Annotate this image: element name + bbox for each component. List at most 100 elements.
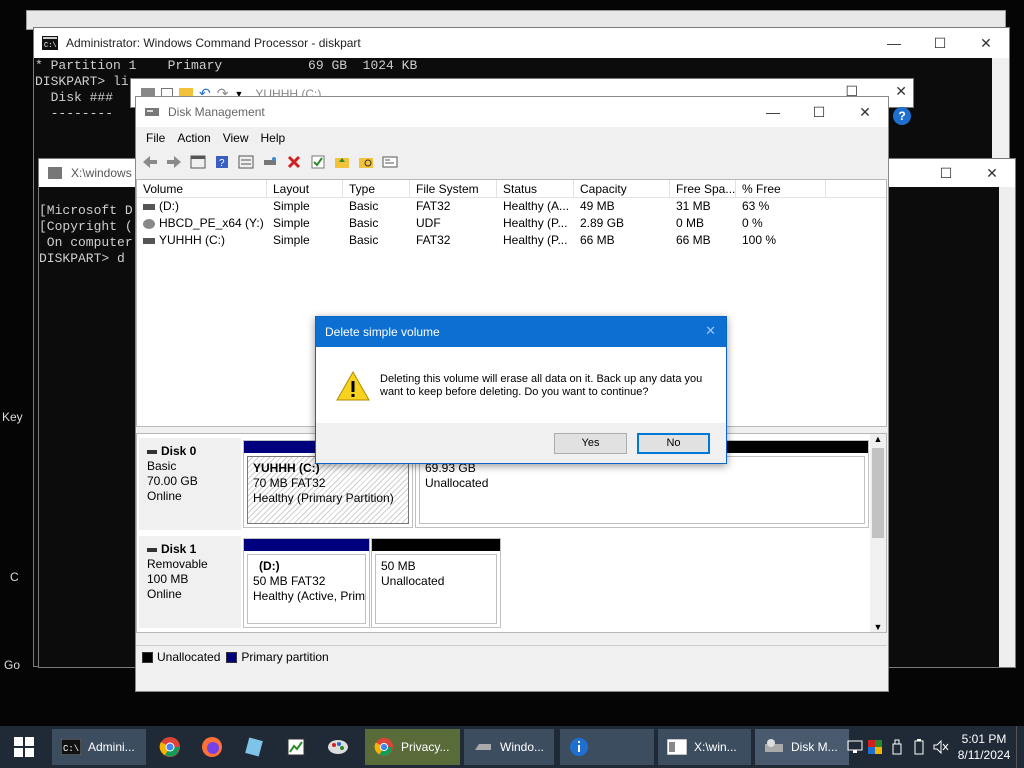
cmd-titlebar[interactable]: C:\ Administrator: Windows Command Proce… — [34, 28, 1009, 58]
taskbar-firefox[interactable] — [192, 729, 232, 765]
col-layout[interactable]: Layout — [267, 180, 343, 197]
checklist-icon[interactable] — [308, 152, 328, 172]
second-scrollbar[interactable] — [999, 187, 1015, 667]
cell-capacity: 66 MB — [580, 233, 615, 247]
taskbar-paint[interactable] — [318, 729, 358, 765]
cmd-maximize-button[interactable]: ☐ — [917, 28, 963, 58]
dm-close-button[interactable]: ✕ — [842, 97, 888, 127]
taskbar-item-disk-management[interactable]: Disk M... — [755, 729, 849, 765]
delete-volume-dialog[interactable]: Delete simple volume ✕ Deleting this vol… — [315, 316, 727, 464]
scroll-up-icon[interactable]: ▲ — [870, 434, 886, 444]
dm-maximize-button[interactable]: ☐ — [796, 97, 842, 127]
cell-volume: YUHHH (C:) — [159, 233, 225, 247]
taskbar-item-info[interactable] — [560, 729, 654, 765]
unallocated-swatch — [142, 651, 153, 663]
taskbar-notepad[interactable] — [234, 729, 274, 765]
col-volume[interactable]: Volume — [137, 180, 267, 197]
second-close-button[interactable]: ✕ — [969, 159, 1015, 188]
disk-0-label[interactable]: Disk 0 Basic 70.00 GB Online — [139, 438, 241, 530]
cell-status: Healthy (P... — [503, 216, 568, 230]
menu-help[interactable]: Help — [255, 131, 292, 145]
second-line: DISKPART> d — [39, 251, 125, 266]
legend-primary: Primary partition — [226, 650, 329, 664]
menu-view[interactable]: View — [217, 131, 255, 145]
cmd-title: Administrator: Windows Command Processor… — [66, 36, 361, 50]
back-arrow-icon[interactable] — [140, 152, 160, 172]
partition-unallocated-1[interactable]: 50 MB Unallocated — [371, 538, 501, 628]
cmd-close-button[interactable]: ✕ — [963, 28, 1009, 58]
col-capacity[interactable]: Capacity — [574, 180, 670, 197]
col-file-system[interactable]: File System — [410, 180, 497, 197]
svg-text:C:\: C:\ — [44, 42, 57, 50]
scroll-down-icon[interactable]: ▼ — [870, 622, 886, 632]
partition-d[interactable]: (D:) 50 MB FAT32 Healthy (Active, Prim — [243, 538, 370, 628]
col-free-space[interactable]: Free Spa... — [670, 180, 736, 197]
cell-file-system: FAT32 — [416, 199, 451, 213]
partition-body: YUHHH (C:) 70 MB FAT32 Healthy (Primary … — [247, 456, 409, 524]
explorer-close-button[interactable]: ✕ — [895, 83, 907, 100]
window-icon — [666, 736, 688, 758]
dm-minimize-button[interactable]: — — [750, 97, 796, 127]
scroll-thumb[interactable] — [872, 448, 884, 538]
list-view-icon[interactable] — [236, 152, 256, 172]
battery-icon[interactable] — [908, 739, 930, 755]
forward-arrow-icon[interactable] — [164, 152, 184, 172]
partition-body: (D:) 50 MB FAT32 Healthy (Active, Prim — [247, 554, 366, 624]
cell-layout: Simple — [273, 233, 310, 247]
desktop-text-c: C — [10, 570, 19, 584]
color-icon[interactable] — [864, 740, 886, 754]
menu-file[interactable]: File — [140, 131, 171, 145]
properties-list-icon[interactable] — [380, 152, 400, 172]
folder-search-icon[interactable] — [356, 152, 376, 172]
yes-button[interactable]: Yes — [554, 432, 627, 454]
menu-action[interactable]: Action — [171, 131, 216, 145]
help-icon[interactable]: ? — [893, 107, 911, 125]
second-line: [Microsoft D — [39, 203, 133, 218]
taskbar-item-x-windows[interactable]: X:\win... — [658, 729, 751, 765]
table-row[interactable]: YUHHH (C:) Simple Basic FAT32 Healthy (P… — [137, 232, 886, 249]
taskbar-chrome[interactable] — [150, 729, 190, 765]
delete-icon[interactable] — [284, 152, 304, 172]
show-desktop-button[interactable] — [1016, 726, 1024, 768]
cmd-minimize-button[interactable]: — — [871, 28, 917, 58]
volume-list-header: Volume Layout Type File System Status Ca… — [137, 180, 886, 198]
disk-1-label[interactable]: Disk 1 Removable 100 MB Online — [139, 536, 241, 628]
volume-muted-icon[interactable] — [930, 740, 952, 754]
second-maximize-button[interactable]: ☐ — [923, 159, 969, 188]
table-row[interactable]: (D:) Simple Basic FAT32 Healthy (A... 49… — [137, 198, 886, 215]
cell-layout: Simple — [273, 216, 310, 230]
cell-type: Basic — [349, 216, 379, 230]
dialog-titlebar[interactable]: Delete simple volume ✕ — [316, 317, 726, 347]
dialog-close-button[interactable]: ✕ — [705, 323, 716, 339]
firefox-icon — [202, 737, 222, 757]
partition-status: Unallocated — [425, 476, 489, 490]
taskbar-item-windows[interactable]: Windo... — [464, 729, 554, 765]
taskbar-item-admin[interactable]: C:\ Admini... — [52, 729, 146, 765]
drive-icon — [472, 736, 494, 758]
help-book-icon[interactable]: ? — [212, 152, 232, 172]
svg-text:?: ? — [219, 158, 225, 169]
no-button[interactable]: No — [637, 432, 710, 454]
usb-icon[interactable] — [886, 739, 908, 755]
network-icon[interactable] — [846, 740, 864, 754]
col-type[interactable]: Type — [343, 180, 410, 197]
disk-status: Online — [147, 489, 182, 503]
dm-titlebar[interactable]: Disk Management — ☐ ✕ — [136, 97, 888, 127]
second-line: [Copyright ( — [39, 219, 133, 234]
warning-icon — [336, 371, 370, 401]
taskbar-item-privacy[interactable]: Privacy... — [365, 729, 460, 765]
taskbar-spreadsheet[interactable] — [276, 729, 316, 765]
col-status[interactable]: Status — [497, 180, 574, 197]
table-row[interactable]: HBCD_PE_x64 (Y:) Simple Basic UDF Health… — [137, 215, 886, 232]
start-button[interactable] — [0, 726, 48, 768]
clock[interactable]: 5:01 PM 8/11/2024 — [952, 731, 1016, 763]
connect-icon[interactable] — [260, 152, 280, 172]
cd-drive-icon — [143, 218, 155, 229]
disk-map-scrollbar[interactable]: ▲ ▼ — [870, 434, 886, 632]
info-icon — [568, 736, 590, 758]
cmd-line: * Partition 1 Primary 69 GB 1024 KB — [35, 58, 418, 73]
show-hide-pane-icon[interactable] — [188, 152, 208, 172]
col-percent-free[interactable]: % Free — [736, 180, 826, 197]
folder-up-icon[interactable] — [332, 152, 352, 172]
drive-icon — [143, 237, 155, 244]
